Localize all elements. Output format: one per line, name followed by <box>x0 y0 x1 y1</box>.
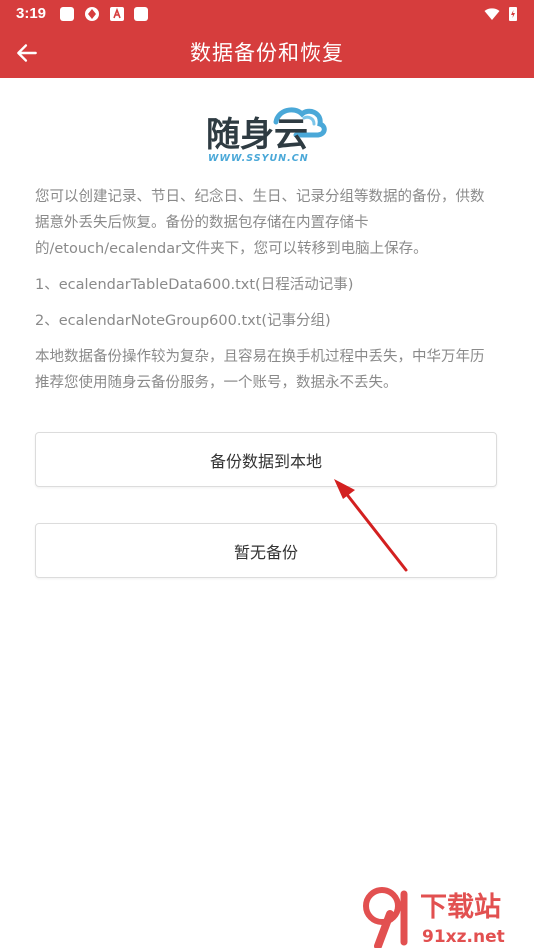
page-title: 数据备份和恢复 <box>190 41 344 65</box>
text-app-icon <box>110 7 124 21</box>
backup-to-local-button[interactable]: 备份数据到本地 <box>35 432 497 487</box>
wifi-icon <box>484 8 500 20</box>
no-backup-button[interactable]: 暂无备份 <box>35 523 497 578</box>
notification-square-icon <box>134 7 148 21</box>
logo-text: 随身云 <box>206 115 308 155</box>
status-time: 3:19 <box>16 5 47 22</box>
status-bar: 3:19 <box>0 0 534 28</box>
site-watermark: 下载站 91xz.net <box>363 887 505 948</box>
file-item-2: 2、ecalendarNoteGroup600.txt(记事分组) <box>35 313 331 329</box>
ssyun-logo: 随身云 WWW.SSYUN.CN <box>206 107 327 164</box>
notification-square-icon <box>60 7 74 21</box>
recommendation-note: 本地数据备份操作较为复杂，且容易在换手机过程中丢失，中华万年历推荐您使用随身云备… <box>35 349 485 391</box>
info-content: 您可以创建记录、节日、纪念日、生日、记录分组等数据的备份，供数据意外丢失后恢复。… <box>35 184 497 406</box>
app-bar: 数据备份和恢复 <box>0 28 534 78</box>
watermark-logo-icon <box>363 887 408 948</box>
logo-subtext: WWW.SSYUN.CN <box>208 153 309 164</box>
battery-icon <box>509 7 517 21</box>
watermark-text: 下载站 <box>420 892 501 923</box>
intro-paragraph: 您可以创建记录、节日、纪念日、生日、记录分组等数据的备份，供数据意外丢失后恢复。… <box>35 189 485 257</box>
app-notification-icon <box>85 7 99 21</box>
watermark-url: 91xz.net <box>422 927 505 947</box>
file-item-1: 1、ecalendarTableData600.txt(日程活动记事) <box>35 277 354 293</box>
